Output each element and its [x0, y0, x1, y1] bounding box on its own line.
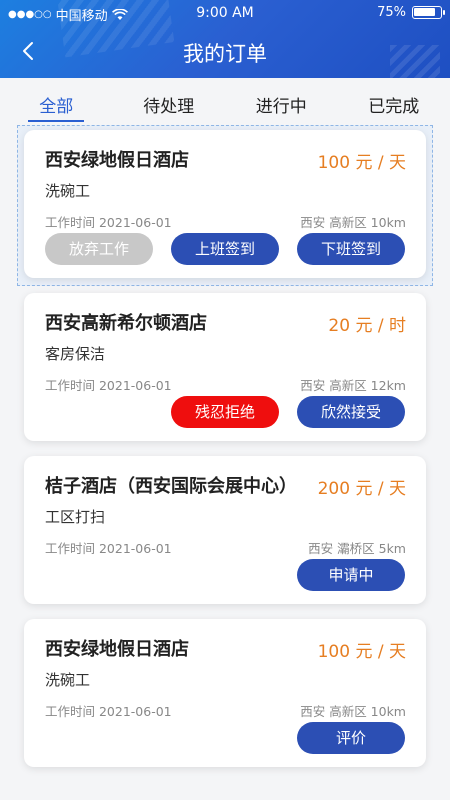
tab-pending[interactable]: 待处理: [113, 86, 226, 122]
page-title: 我的订单: [183, 42, 267, 66]
battery-icon: [412, 6, 445, 19]
hotel-name: 西安高新希尔顿酒店: [45, 313, 207, 334]
battery-percent: 75%: [377, 5, 406, 20]
work-date: 工作时间 2021-06-01: [45, 704, 172, 719]
job-title: 洗碗工: [45, 671, 91, 689]
job-title: 客房保洁: [45, 345, 106, 363]
work-location: 西安 高新区 12km: [300, 378, 406, 393]
job-title: 洗碗工: [45, 182, 91, 200]
hotel-name: 西安绿地假日酒店: [45, 639, 189, 660]
hotel-name: 西安绿地假日酒店: [45, 150, 189, 171]
work-location: 西安 高新区 10km: [300, 215, 406, 230]
order-price: 20 元 / 时: [328, 316, 406, 336]
work-date: 工作时间 2021-06-01: [45, 541, 172, 556]
app-header: ●●●○○ 中国移动 9:00 AM 75% 我的订单: [0, 0, 450, 78]
work-location: 西安 灞桥区 5km: [308, 541, 406, 556]
check-in-button[interactable]: 上班签到: [171, 233, 279, 265]
status-bar: ●●●○○ 中国移动 9:00 AM 75%: [0, 0, 450, 26]
order-card[interactable]: 桔子酒店（西安国际会展中心） 200 元 / 天 工区打扫 工作时间 2021-…: [24, 456, 426, 604]
order-card[interactable]: 西安高新希尔顿酒店 20 元 / 时 客房保洁 工作时间 2021-06-01 …: [24, 293, 426, 441]
review-button[interactable]: 评价: [297, 722, 405, 754]
order-card[interactable]: 西安绿地假日酒店 100 元 / 天 洗碗工 工作时间 2021-06-01 西…: [24, 130, 426, 278]
tab-in-progress[interactable]: 进行中: [225, 86, 338, 122]
reject-button[interactable]: 残忍拒绝: [171, 396, 279, 428]
order-price: 200 元 / 天: [317, 479, 406, 499]
order-tabs: 全部 待处理 进行中 已完成: [0, 86, 450, 122]
job-title: 工区打扫: [45, 508, 106, 526]
order-price: 100 元 / 天: [317, 153, 406, 173]
work-date: 工作时间 2021-06-01: [45, 215, 172, 230]
work-date: 工作时间 2021-06-01: [45, 378, 172, 393]
order-price: 100 元 / 天: [317, 642, 406, 662]
nav-bar: 我的订单: [0, 30, 450, 74]
abandon-work-button[interactable]: 放弃工作: [45, 233, 153, 265]
tab-all[interactable]: 全部: [0, 86, 113, 122]
check-out-button[interactable]: 下班签到: [297, 233, 405, 265]
work-location: 西安 高新区 10km: [300, 704, 406, 719]
applying-button[interactable]: 申请中: [297, 559, 405, 591]
accept-button[interactable]: 欣然接受: [297, 396, 405, 428]
tab-completed[interactable]: 已完成: [338, 86, 450, 122]
hotel-name: 桔子酒店（西安国际会展中心）: [45, 476, 297, 497]
status-right: 75%: [377, 5, 445, 20]
order-card[interactable]: 西安绿地假日酒店 100 元 / 天 洗碗工 工作时间 2021-06-01 西…: [24, 619, 426, 767]
